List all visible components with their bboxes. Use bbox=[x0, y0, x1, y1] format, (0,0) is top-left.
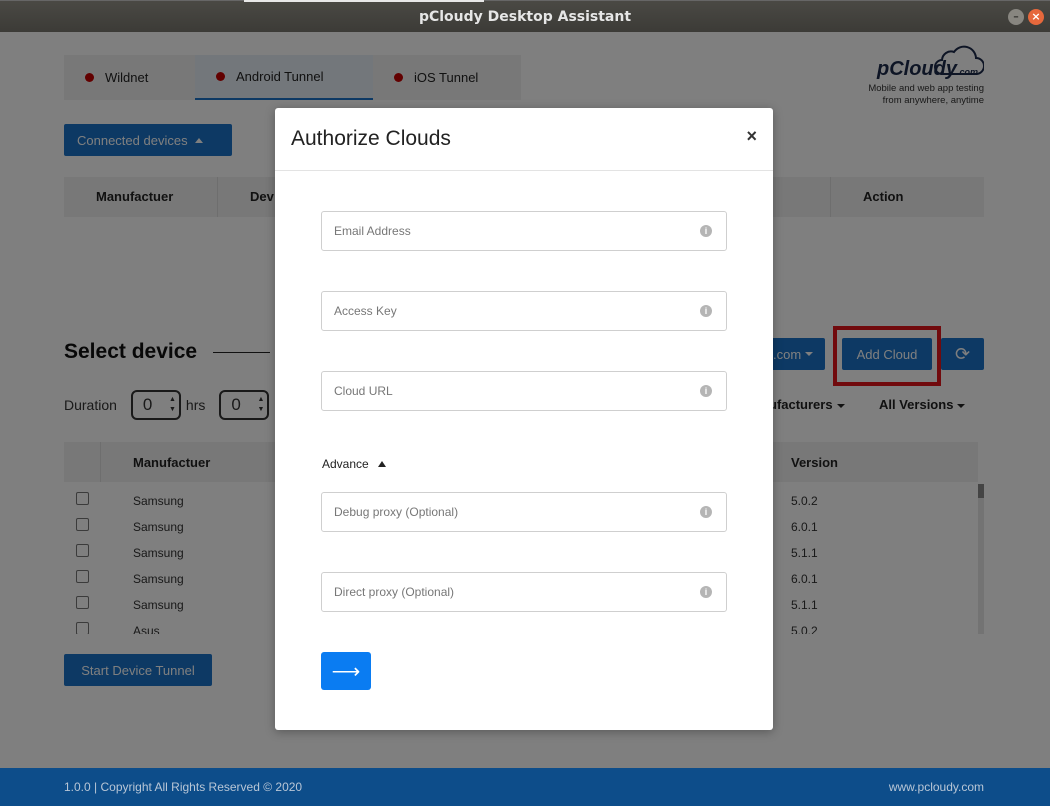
window-title: pCloudy Desktop Assistant bbox=[418, 9, 632, 25]
advance-label: Advance bbox=[322, 457, 369, 471]
advance-toggle[interactable]: Advance bbox=[322, 457, 386, 471]
titlebar-highlight bbox=[244, 0, 484, 2]
close-window-icon[interactable]: × bbox=[1028, 9, 1044, 25]
arrow-right-icon: ⟶ bbox=[331, 660, 361, 683]
email-field[interactable]: i bbox=[321, 211, 727, 251]
direct-proxy-input[interactable] bbox=[322, 573, 682, 611]
window-titlebar: pCloudy Desktop Assistant – × bbox=[0, 0, 1050, 32]
debug-proxy-input[interactable] bbox=[322, 493, 682, 531]
info-icon[interactable]: i bbox=[700, 586, 712, 598]
dialog-header: Authorize Clouds × bbox=[275, 108, 773, 171]
footer-copyright: 1.0.0 | Copyright All Rights Reserved © … bbox=[64, 780, 303, 794]
cloud-url-field[interactable]: i bbox=[321, 371, 727, 411]
close-icon[interactable]: × bbox=[746, 126, 757, 147]
email-input[interactable] bbox=[322, 212, 682, 250]
footer-website-link[interactable]: www.pcloudy.com bbox=[889, 780, 984, 794]
access-key-field[interactable]: i bbox=[321, 291, 727, 331]
dialog-title: Authorize Clouds bbox=[291, 127, 451, 150]
info-icon[interactable]: i bbox=[700, 385, 712, 397]
cloud-url-input[interactable] bbox=[322, 372, 682, 410]
authorize-clouds-dialog: Authorize Clouds × i i i Advance i i ⟶ bbox=[275, 108, 773, 730]
debug-proxy-field[interactable]: i bbox=[321, 492, 727, 532]
submit-button[interactable]: ⟶ bbox=[321, 652, 371, 690]
info-icon[interactable]: i bbox=[700, 305, 712, 317]
info-icon[interactable]: i bbox=[700, 506, 712, 518]
minimize-icon[interactable]: – bbox=[1008, 9, 1024, 25]
info-icon[interactable]: i bbox=[700, 225, 712, 237]
access-key-input[interactable] bbox=[322, 292, 682, 330]
window-controls: – × bbox=[1008, 9, 1044, 25]
direct-proxy-field[interactable]: i bbox=[321, 572, 727, 612]
caret-up-icon bbox=[377, 461, 386, 467]
footer: 1.0.0 | Copyright All Rights Reserved © … bbox=[0, 768, 1050, 806]
